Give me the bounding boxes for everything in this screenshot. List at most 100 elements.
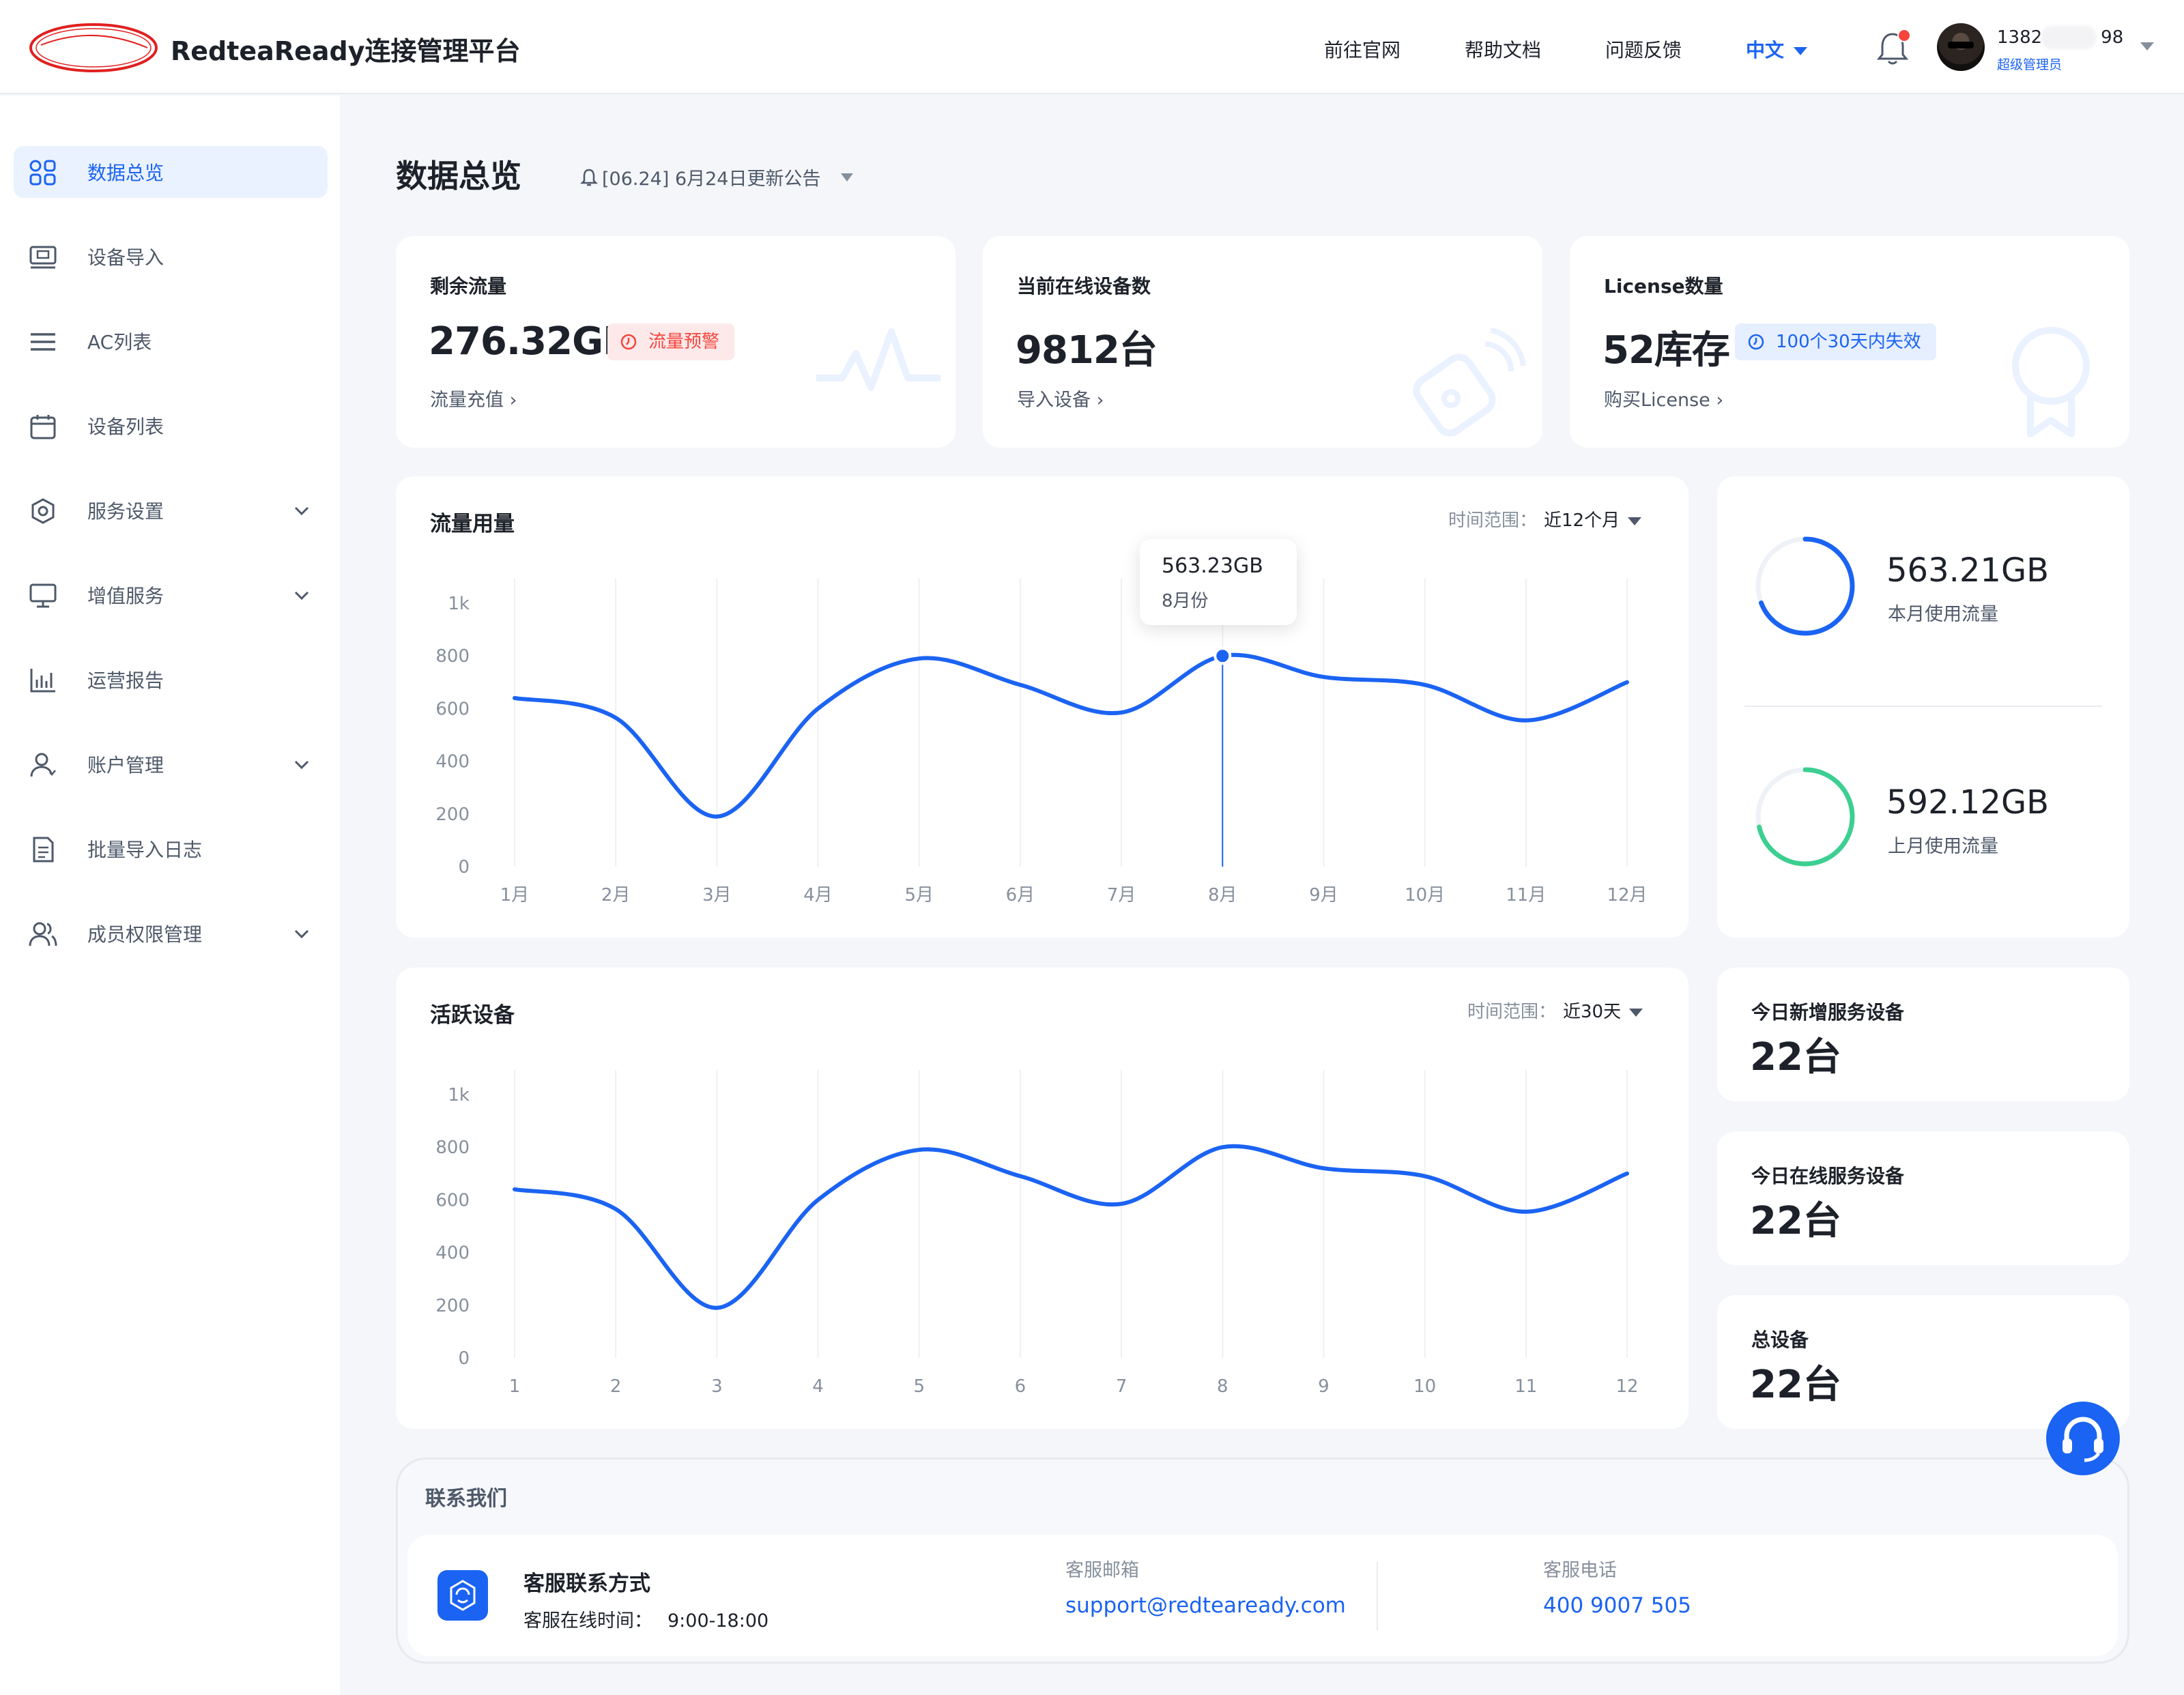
page-title: 数据总览 bbox=[396, 158, 521, 194]
x-tick-label: 6月 bbox=[1006, 885, 1035, 906]
y-tick-label: 1k bbox=[448, 1085, 470, 1105]
sidebar-item-value-added[interactable]: 增值服务 bbox=[14, 569, 328, 621]
x-tick-label: 2 bbox=[610, 1376, 622, 1397]
sidebar-item-device-import[interactable]: 设备导入 bbox=[14, 231, 328, 282]
last-month-ring bbox=[1755, 767, 1855, 867]
x-tick-label: 11月 bbox=[1506, 885, 1546, 906]
user-phone-prefix: 1382 bbox=[1997, 27, 2043, 48]
avatar[interactable] bbox=[1937, 23, 1985, 71]
x-tick-label: 5月 bbox=[904, 885, 934, 906]
sidebar-item-reports[interactable]: 运营报告 bbox=[14, 654, 328, 706]
support-chat-button[interactable] bbox=[2046, 1402, 2120, 1475]
y-tick-label: 600 bbox=[435, 699, 470, 719]
x-tick-label: 7 bbox=[1116, 1376, 1127, 1397]
email-label: 客服邮箱 bbox=[1065, 1560, 1139, 1581]
pulse-icon bbox=[816, 328, 940, 391]
stat-label: License数量 bbox=[1604, 275, 1723, 298]
nav-official-site[interactable]: 前往官网 bbox=[1324, 35, 1400, 63]
sidebar-item-label: 设备导入 bbox=[87, 246, 164, 269]
contact-panel: 客服联系方式 客服在线时间： 9:00-18:00 客服邮箱 support@re… bbox=[407, 1535, 2118, 1656]
phone-label: 客服电话 bbox=[1543, 1560, 1617, 1581]
nav-help-docs[interactable]: 帮助文档 bbox=[1465, 35, 1541, 63]
user-phone-suffix: 98 bbox=[2101, 27, 2124, 48]
sidebar-item-label: 增值服务 bbox=[87, 585, 164, 607]
y-tick-label: 200 bbox=[435, 805, 470, 825]
import-device-link[interactable]: 导入设备 › bbox=[1017, 385, 1104, 411]
stat-value: 52库存 bbox=[1603, 328, 1730, 373]
sidebar-item-import-log[interactable]: 批量导入日志 bbox=[14, 823, 328, 875]
link-text: 导入设备 bbox=[1017, 390, 1091, 411]
sidebar-item-label: 数据总览 bbox=[87, 162, 164, 184]
x-tick-label: 1月 bbox=[500, 885, 530, 906]
buy-license-link[interactable]: 购买License › bbox=[1604, 385, 1723, 411]
x-tick-label: 12月 bbox=[1607, 885, 1647, 906]
active-devices-line-chart[interactable]: 1 2 3 4 5 6 7 8 9 10 11 121k8006004002000 bbox=[396, 968, 1689, 1429]
this-month-ring bbox=[1755, 536, 1855, 636]
redtea-ready-logo[interactable] bbox=[27, 20, 160, 75]
x-tick-label: 8 bbox=[1217, 1376, 1228, 1397]
stat-card-license: License数量 52库存 100个30天内失效 购买License › bbox=[1570, 236, 2129, 448]
email-link[interactable]: support@redteaready.com bbox=[1065, 1593, 1346, 1618]
sidebar-item-account[interactable]: 账户管理 bbox=[14, 738, 328, 790]
user-menu-chevron-icon[interactable] bbox=[2140, 42, 2154, 50]
x-tick-label: 1 bbox=[509, 1376, 521, 1397]
bar-chart-icon bbox=[30, 669, 55, 693]
stat-value: 276.32GB bbox=[429, 319, 632, 364]
phone-link[interactable]: 400 9007 505 bbox=[1543, 1593, 1691, 1618]
calendar-icon bbox=[30, 415, 56, 439]
x-tick-label: 7月 bbox=[1107, 885, 1136, 906]
sidebar-item-label: AC列表 bbox=[87, 331, 152, 353]
x-tick-label: 10 bbox=[1413, 1376, 1436, 1397]
highlighted-point bbox=[1213, 647, 1232, 665]
x-tick-label: 4 bbox=[812, 1376, 824, 1397]
sidebar-item-permissions[interactable]: 成员权限管理 bbox=[14, 908, 328, 959]
y-tick-label: 200 bbox=[435, 1296, 470, 1316]
bell-icon bbox=[580, 169, 598, 186]
today-online-devices-card: 今日在线服务设备 22台 bbox=[1717, 1131, 2129, 1265]
x-tick-label: 3月 bbox=[702, 885, 732, 906]
recharge-link[interactable]: 流量充值 › bbox=[430, 385, 517, 411]
license-expiry-badge: 100个30天内失效 bbox=[1735, 323, 1936, 360]
announcement-select[interactable]: [06.24] 6月24日更新公告 bbox=[580, 164, 854, 190]
x-tick-label: 11 bbox=[1514, 1376, 1537, 1397]
phone-mask bbox=[2041, 26, 2097, 49]
sidebar-item-service-settings[interactable]: 服务设置 bbox=[14, 484, 328, 536]
x-tick-label: 12 bbox=[1615, 1376, 1638, 1397]
language-select[interactable]: 中文 bbox=[1746, 35, 1808, 63]
x-tick-label: 4月 bbox=[803, 885, 833, 906]
traffic-line-chart[interactable]: 1月 2月 3月 4月 5月 6月 7月 8月 9月 10月 11月 12月 1k 800 600 400 20… bbox=[396, 476, 1689, 938]
app-title: RedteaReady连接管理平台 bbox=[171, 36, 521, 66]
document-icon bbox=[33, 837, 54, 863]
today-new-devices-card: 今日新增服务设备 22台 bbox=[1717, 968, 2129, 1101]
mini-stat-label: 今日新增服务设备 bbox=[1751, 1001, 1905, 1024]
stat-value: 9812台 bbox=[1016, 328, 1158, 373]
sidebar-item-device-list[interactable]: 设备列表 bbox=[14, 400, 328, 452]
language-label: 中文 bbox=[1746, 39, 1785, 61]
customer-service-icon bbox=[437, 1570, 488, 1621]
last-month-usage-value: 592.12GB bbox=[1886, 783, 2050, 822]
this-month-usage-label: 本月使用流量 bbox=[1888, 604, 1998, 625]
award-icon bbox=[2012, 327, 2090, 437]
last-month-usage-label: 上月使用流量 bbox=[1888, 836, 1998, 857]
stat-label: 剩余流量 bbox=[430, 275, 507, 298]
x-tick-label: 8月 bbox=[1208, 885, 1237, 906]
sidebar-item-label: 账户管理 bbox=[87, 754, 164, 777]
sidebar-item-ac-list[interactable]: AC列表 bbox=[14, 315, 328, 367]
user-icon bbox=[30, 753, 56, 777]
traffic-warning-badge: 流量预警 bbox=[607, 323, 735, 360]
y-tick-label: 400 bbox=[435, 752, 470, 772]
mini-stat-label: 今日在线服务设备 bbox=[1751, 1165, 1905, 1187]
y-tick-label: 0 bbox=[458, 1348, 470, 1369]
sidebar-item-label: 服务设置 bbox=[87, 500, 164, 523]
chevron-down-icon bbox=[294, 591, 309, 600]
contact-title: 联系我们 bbox=[425, 1487, 507, 1511]
nav-feedback[interactable]: 问题反馈 bbox=[1605, 35, 1682, 63]
tooltip-value: 563.23GB bbox=[1162, 554, 1263, 578]
list-icon bbox=[31, 333, 55, 351]
sidebar-item-overview[interactable]: 数据总览 bbox=[14, 146, 328, 198]
top-header: RedteaReady连接管理平台 前往官网 帮助文档 问题反馈 中文 1382… bbox=[0, 0, 2184, 94]
series-line bbox=[513, 1144, 1629, 1310]
headset-icon bbox=[2063, 1417, 2103, 1462]
announcement-text: [06.24] 6月24日更新公告 bbox=[602, 169, 821, 190]
mini-stat-value: 22台 bbox=[1750, 1199, 1841, 1243]
